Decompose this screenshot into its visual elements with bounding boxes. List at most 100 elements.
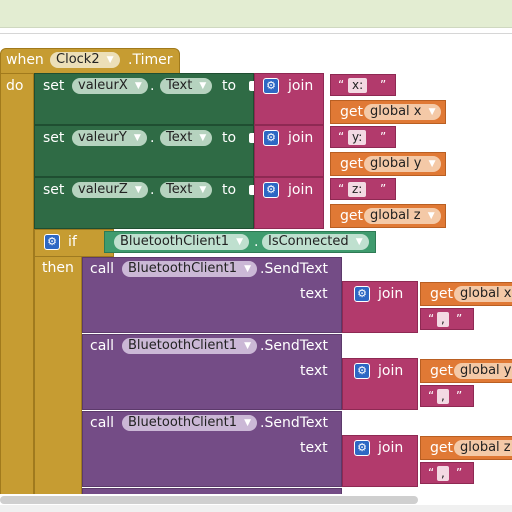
text-string-value[interactable]: x: — [348, 78, 368, 93]
variable-dropdown[interactable]: global z ▼ — [364, 208, 441, 224]
dot-separator: . — [150, 78, 155, 94]
call-component-label: BluetoothClient1 — [128, 261, 238, 276]
blocks-workspace[interactable]: when Clock2 ▼ .Timer do set valeurX ▼ . Te… — [0, 33, 512, 494]
bluetooth-component-label: BluetoothClient1 — [120, 234, 230, 249]
timer-component-dropdown[interactable]: Clock2 ▼ — [50, 52, 120, 68]
variable-dropdown[interactable]: global y — [454, 363, 512, 379]
component-dropdown[interactable]: valeurX ▼ — [72, 78, 148, 94]
property-dropdown[interactable]: Text ▼ — [160, 78, 213, 94]
property-label: Text — [166, 182, 193, 197]
sendtext-method-label: .SendText — [260, 338, 329, 354]
chevron-down-icon: ▼ — [428, 107, 436, 117]
gear-icon[interactable]: ⚙ — [263, 130, 279, 146]
chevron-down-icon: ▼ — [134, 81, 142, 91]
get-label: get — [340, 208, 363, 224]
close-quote: ” — [456, 389, 463, 403]
open-quote: “ — [338, 182, 345, 196]
sendtext-call-block[interactable] — [82, 488, 342, 494]
close-quote: ” — [456, 312, 463, 326]
property-dropdown[interactable]: Text ▼ — [160, 130, 213, 146]
chevron-down-icon: ▼ — [199, 81, 207, 91]
when-block-rail — [0, 73, 34, 494]
close-quote: ” — [380, 182, 387, 196]
gear-icon[interactable]: ⚙ — [263, 182, 279, 198]
gear-icon[interactable]: ⚙ — [354, 286, 370, 302]
if-label: if — [68, 234, 77, 250]
call-component-dropdown[interactable]: BluetoothClient1 ▼ — [122, 338, 258, 354]
bottom-edge — [0, 505, 512, 512]
variable-dropdown[interactable]: global z — [454, 440, 512, 456]
text-string-value[interactable]: , — [437, 389, 449, 404]
text-param-label: text — [300, 440, 328, 456]
component-label: valeurY — [78, 130, 127, 145]
isconnected-property-label: IsConnected — [268, 234, 349, 249]
text-string-value[interactable]: z: — [348, 182, 367, 197]
variable-dropdown[interactable]: global y ▼ — [364, 156, 442, 172]
call-component-label: BluetoothClient1 — [128, 338, 238, 353]
call-component-dropdown[interactable]: BluetoothClient1 ▼ — [122, 261, 258, 277]
property-dropdown[interactable]: Text ▼ — [160, 182, 213, 198]
timer-event-name: .Timer — [128, 52, 173, 68]
component-dropdown[interactable]: valeurZ ▼ — [72, 182, 148, 198]
variable-label: global z — [370, 208, 421, 223]
join-label: join — [378, 440, 404, 456]
open-quote: “ — [428, 466, 435, 480]
chevron-down-icon: ▼ — [106, 55, 114, 65]
to-label: to — [222, 182, 237, 198]
join-label: join — [288, 182, 314, 198]
call-component-label: BluetoothClient1 — [128, 415, 238, 430]
then-label: then — [42, 260, 74, 276]
text-string-value[interactable]: y: — [348, 130, 367, 145]
dot-separator: . — [150, 130, 155, 146]
component-label: valeurX — [78, 78, 128, 93]
property-label: Text — [166, 130, 193, 145]
gear-icon[interactable]: ⚙ — [354, 440, 370, 456]
open-quote: “ — [338, 130, 345, 144]
isconnected-property-dropdown[interactable]: IsConnected ▼ — [262, 234, 369, 250]
get-label: get — [430, 286, 453, 302]
chevron-down-icon: ▼ — [355, 237, 363, 247]
variable-label: global z — [460, 440, 511, 455]
text-param-label: text — [300, 363, 328, 379]
sendtext-method-label: .SendText — [260, 415, 329, 431]
to-label: to — [222, 78, 237, 94]
chevron-down-icon: ▼ — [244, 341, 252, 351]
to-label: to — [222, 130, 237, 146]
open-quote: “ — [428, 389, 435, 403]
chevron-down-icon: ▼ — [427, 211, 435, 221]
chevron-down-icon: ▼ — [134, 185, 142, 195]
get-label: get — [340, 104, 363, 120]
top-toolbar — [0, 0, 512, 28]
text-string-value[interactable]: , — [437, 466, 449, 481]
get-label: get — [340, 156, 363, 172]
chevron-down-icon: ▼ — [236, 237, 244, 247]
join-label: join — [288, 130, 314, 146]
variable-dropdown[interactable]: global x — [454, 286, 512, 302]
get-label: get — [430, 363, 453, 379]
dot-separator: . — [150, 182, 155, 198]
chevron-down-icon: ▼ — [199, 133, 207, 143]
component-dropdown[interactable]: valeurY ▼ — [72, 130, 147, 146]
horizontal-scrollbar[interactable] — [0, 496, 418, 504]
gear-icon[interactable]: ⚙ — [263, 78, 279, 94]
set-label: set — [43, 130, 65, 146]
chevron-down-icon: ▼ — [244, 264, 252, 274]
variable-label: global x — [370, 104, 422, 119]
close-quote: ” — [456, 466, 463, 480]
call-label: call — [90, 338, 115, 354]
set-label: set — [43, 182, 65, 198]
gear-icon[interactable]: ⚙ — [44, 234, 60, 250]
text-param-label: text — [300, 286, 328, 302]
sendtext-method-label: .SendText — [260, 261, 329, 277]
gear-icon[interactable]: ⚙ — [354, 363, 370, 379]
variable-label: global x — [460, 286, 512, 301]
dot-separator: . — [254, 234, 259, 250]
variable-dropdown[interactable]: global x ▼ — [364, 104, 442, 120]
call-component-dropdown[interactable]: BluetoothClient1 ▼ — [122, 415, 258, 431]
chevron-down-icon: ▼ — [428, 159, 436, 169]
bluetooth-component-dropdown[interactable]: BluetoothClient1 ▼ — [114, 234, 250, 250]
call-label: call — [90, 415, 115, 431]
call-label: call — [90, 261, 115, 277]
variable-label: global y — [370, 156, 422, 171]
text-string-value[interactable]: , — [437, 312, 449, 327]
